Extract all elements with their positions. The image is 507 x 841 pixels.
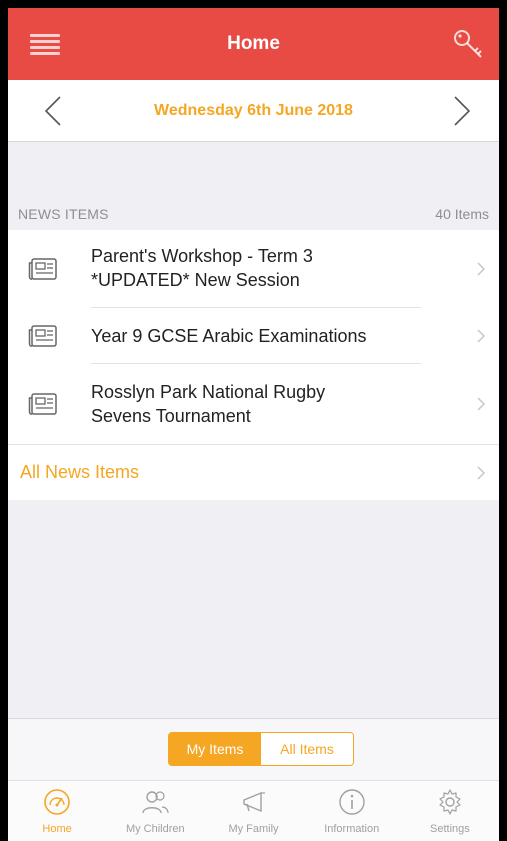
- all-items-tab[interactable]: All Items: [261, 733, 353, 765]
- tab-my-family-label: My Family: [228, 823, 279, 835]
- tab-information-label: Information: [324, 823, 380, 835]
- children-icon: [142, 791, 169, 814]
- news-item-title-line1: Year 9 GCSE Arabic Examinations: [91, 326, 367, 346]
- news-count: 40 Items: [435, 206, 489, 222]
- tab-information[interactable]: Information: [303, 781, 401, 841]
- newspaper-icon: [28, 325, 57, 347]
- gear-icon: [439, 789, 461, 815]
- chevron-right-icon: [477, 397, 486, 411]
- tab-my-children-label: My Children: [125, 823, 185, 835]
- menu-icon[interactable]: [30, 34, 60, 55]
- all-news-items-link[interactable]: All News Items: [8, 444, 499, 500]
- news-item-title-line1: Parent's Workshop - Term 3: [91, 246, 313, 266]
- app-screen: Home Wednesday 6th June 2018 NEWS ITEMS …: [8, 8, 499, 841]
- news-item-title: Year 9 GCSE Arabic Examinations: [91, 308, 421, 364]
- key-icon[interactable]: [451, 26, 487, 62]
- chevron-right-icon: [477, 262, 486, 276]
- nav-header: Home: [8, 8, 499, 80]
- items-filter-bar: My Items All Items: [8, 718, 499, 780]
- tab-home[interactable]: Home: [8, 781, 106, 841]
- newspaper-icon: [28, 393, 57, 415]
- page-title: Home: [227, 33, 280, 54]
- news-item[interactable]: Year 9 GCSE Arabic Examinations: [8, 308, 499, 364]
- chevron-right-icon: [477, 329, 486, 343]
- current-date: Wednesday 6th June 2018: [154, 101, 353, 119]
- news-item[interactable]: Parent's Workshop - Term 3 *UPDATED* New…: [8, 230, 499, 308]
- tab-my-children[interactable]: My Children: [106, 781, 204, 841]
- news-item-title-line2: *UPDATED* New Session: [91, 270, 300, 290]
- tab-home-label: Home: [42, 823, 72, 835]
- date-navigator: Wednesday 6th June 2018: [8, 80, 499, 142]
- items-filter-segment: My Items All Items: [168, 732, 354, 766]
- news-item[interactable]: Rosslyn Park National Rugby Sevens Tourn…: [8, 364, 499, 444]
- news-item-title: Rosslyn Park National Rugby Sevens Tourn…: [91, 364, 421, 444]
- previous-day-button[interactable]: [38, 94, 68, 128]
- chevron-right-icon: [477, 465, 486, 480]
- bottom-tab-bar: Home My Children My Family Information S…: [8, 780, 499, 841]
- news-section-header: NEWS ITEMS 40 Items: [8, 198, 499, 228]
- home-dashboard-icon: [44, 789, 70, 815]
- megaphone-icon: [242, 791, 265, 813]
- my-items-tab[interactable]: My Items: [169, 733, 261, 765]
- tab-my-family[interactable]: My Family: [204, 781, 302, 841]
- all-news-items-label: All News Items: [20, 462, 140, 482]
- next-day-button[interactable]: [447, 94, 477, 128]
- news-section-title: NEWS ITEMS: [18, 206, 109, 222]
- newspaper-icon: [28, 258, 57, 280]
- news-item-title-line2: Sevens Tournament: [91, 406, 251, 426]
- tab-settings-label: Settings: [430, 823, 470, 835]
- news-list: Parent's Workshop - Term 3 *UPDATED* New…: [8, 230, 499, 500]
- news-item-title-line1: Rosslyn Park National Rugby: [91, 382, 326, 402]
- news-item-title: Parent's Workshop - Term 3 *UPDATED* New…: [91, 230, 421, 308]
- tab-settings[interactable]: Settings: [401, 781, 499, 841]
- info-icon: [339, 789, 365, 815]
